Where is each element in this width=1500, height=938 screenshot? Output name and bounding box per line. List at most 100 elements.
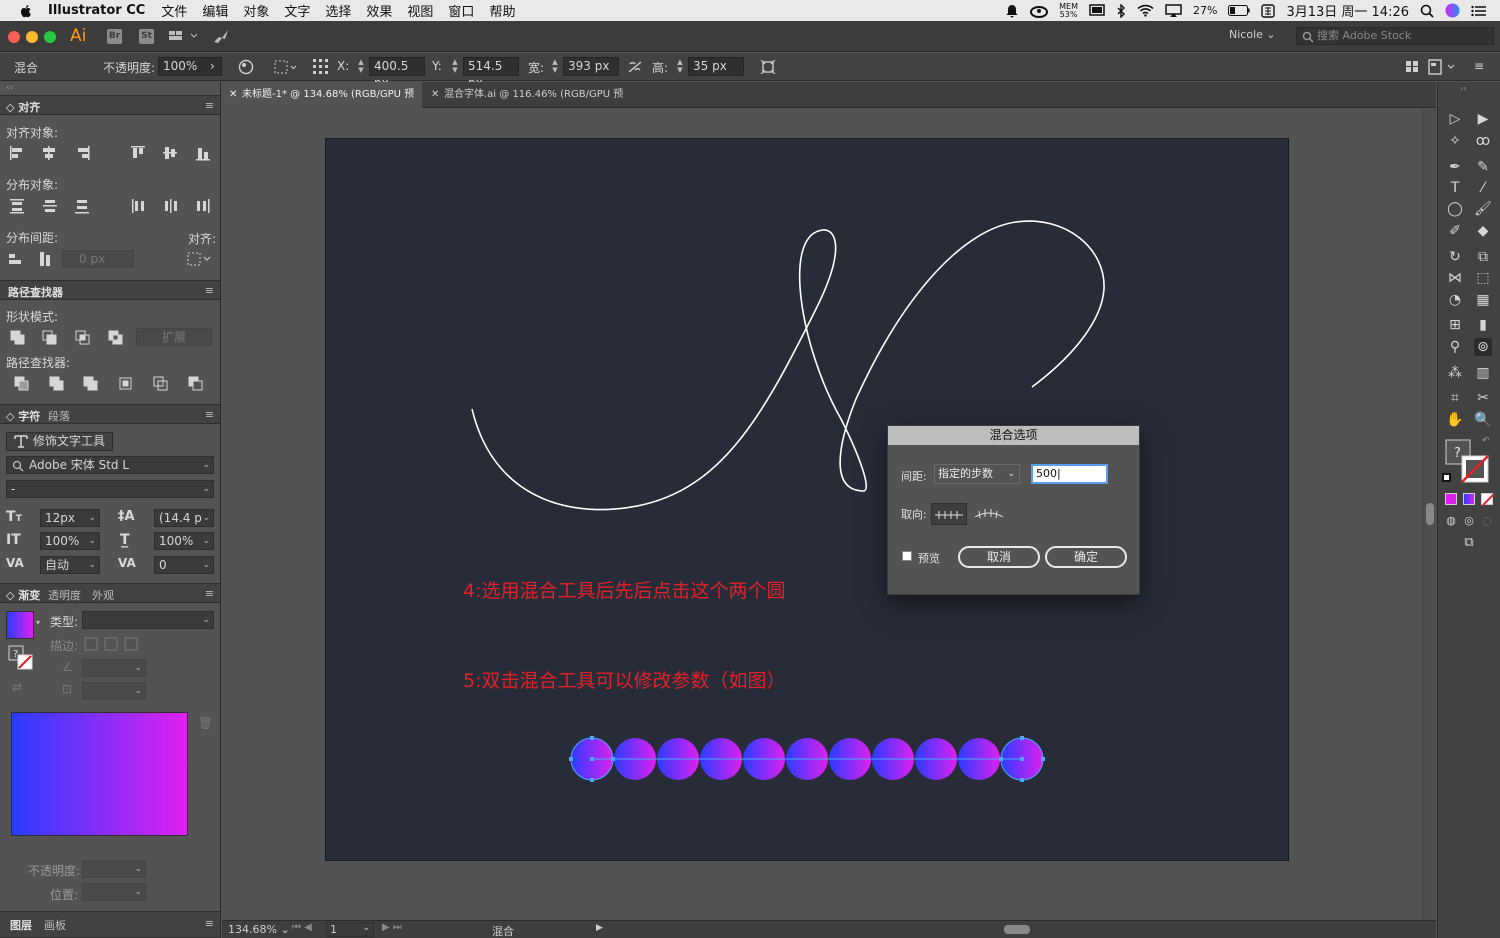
zoom-tool-icon[interactable]: 🔍 bbox=[1474, 411, 1492, 429]
menu-edit[interactable]: 编辑 bbox=[202, 1, 228, 20]
horizontal-scrollbar[interactable] bbox=[614, 924, 1414, 935]
pathfinder-buttons[interactable] bbox=[14, 376, 204, 392]
arrange-documents-icon[interactable] bbox=[1405, 60, 1419, 73]
tab-transparency[interactable]: 透明度 bbox=[48, 587, 81, 603]
pen-tool-icon[interactable]: ✒ bbox=[1446, 158, 1464, 176]
tracking-field[interactable]: 0 ⌄ bbox=[154, 556, 214, 574]
anchor-point-handle[interactable] bbox=[1041, 757, 1045, 761]
bluetooth-icon[interactable] bbox=[1116, 3, 1126, 18]
layers-panel-menu-icon[interactable]: ≡ bbox=[205, 917, 214, 930]
gradient-preview-bar[interactable] bbox=[11, 712, 188, 836]
type-tool-icon[interactable]: T bbox=[1446, 179, 1464, 197]
steps-input[interactable]: 500| bbox=[1031, 464, 1108, 484]
menu-select[interactable]: 选择 bbox=[325, 1, 351, 20]
vertical-scale-field[interactable]: 100% ⌄ bbox=[40, 532, 100, 550]
spacing-mode-select[interactable]: 指定的步数 ⌄ bbox=[934, 464, 1020, 484]
line-tool-icon[interactable]: ⁄ bbox=[1474, 179, 1492, 197]
align-to-selection-icon[interactable] bbox=[187, 252, 213, 266]
vertical-scroll-thumb[interactable] bbox=[1426, 503, 1434, 525]
notification-center-icon[interactable] bbox=[1471, 5, 1486, 17]
height-field[interactable]: 35 px bbox=[688, 57, 744, 76]
opacity-label[interactable]: 不透明度: bbox=[103, 59, 155, 76]
battery-icon[interactable] bbox=[1228, 5, 1250, 16]
delete-stop-icon[interactable]: 🗑 bbox=[198, 716, 213, 730]
default-fill-stroke-icon[interactable] bbox=[1442, 473, 1451, 482]
anchor-point-handle[interactable] bbox=[999, 757, 1003, 761]
gradient-tool-icon[interactable]: ▮ bbox=[1474, 316, 1492, 334]
width-tool-icon[interactable]: ⋈ bbox=[1446, 269, 1464, 287]
opacity-flyout-arrow[interactable]: › bbox=[210, 59, 215, 73]
clock[interactable]: 3月13日 周一 14:26 bbox=[1286, 1, 1409, 20]
color-mode-button[interactable] bbox=[1445, 493, 1457, 505]
window-minimize-button[interactable] bbox=[26, 31, 38, 43]
collapse-dock-icon[interactable]: ‹‹ bbox=[6, 83, 13, 93]
display-icon[interactable] bbox=[1089, 4, 1105, 17]
artboard-number-field[interactable]: 1 ⌄ bbox=[326, 922, 374, 937]
wifi-icon[interactable] bbox=[1137, 4, 1154, 17]
anchor-point-handle[interactable] bbox=[590, 778, 594, 782]
recolor-icon[interactable] bbox=[238, 59, 254, 75]
perspective-grid-tool-icon[interactable]: ▦ bbox=[1474, 291, 1492, 309]
control-bar-menu-icon[interactable]: ≡ bbox=[1474, 59, 1484, 73]
magic-wand-tool-icon[interactable]: ✧ bbox=[1446, 132, 1464, 150]
spotlight-icon[interactable] bbox=[1420, 4, 1434, 18]
align-to-page-orientation-button[interactable] bbox=[931, 503, 967, 525]
lasso-tool-icon[interactable]: ꝏ bbox=[1474, 132, 1492, 150]
touch-type-tool-button[interactable]: 修饰文字工具 bbox=[6, 432, 113, 451]
tab-layers[interactable]: 图层 bbox=[10, 917, 32, 933]
transform-icon[interactable] bbox=[760, 59, 776, 75]
mesh-tool-icon[interactable]: ⊞ bbox=[1446, 316, 1464, 334]
width-field[interactable]: 393 px bbox=[563, 57, 619, 76]
doc-tab-close-icon[interactable]: ✕ bbox=[229, 82, 237, 108]
selection-tool-icon[interactable]: ▷ bbox=[1446, 110, 1464, 128]
menu-object[interactable]: 对象 bbox=[243, 1, 269, 20]
gradient-type-field[interactable]: ⌄ bbox=[82, 611, 214, 629]
tab-paragraph[interactable]: 段落 bbox=[48, 408, 70, 424]
doc-tab-blend-font[interactable]: ✕ 混合字体.ai @ 116.46% (RGB/GPU 预览) bbox=[424, 82, 634, 126]
gradient-opacity-field[interactable]: ⌄ bbox=[82, 860, 146, 878]
anchor-point-handle[interactable] bbox=[590, 757, 594, 761]
anchor-point-handle[interactable] bbox=[1020, 778, 1024, 782]
height-stepper[interactable]: ▲ ▼ bbox=[676, 58, 684, 74]
gradient-angle-field[interactable]: ⌄ bbox=[82, 659, 146, 677]
distribute-spacing-buttons[interactable] bbox=[8, 251, 54, 267]
bell-icon[interactable] bbox=[1005, 4, 1019, 18]
tab-appearance[interactable]: 外观 bbox=[92, 587, 114, 603]
curvature-tool-icon[interactable]: ✎ bbox=[1474, 158, 1492, 176]
kerning-field[interactable]: 自动 ⌄ bbox=[40, 556, 100, 574]
x-stepper[interactable]: ▲ ▼ bbox=[357, 58, 365, 74]
gradient-position-field[interactable]: ⌄ bbox=[82, 883, 146, 901]
bridge-button[interactable]: Br bbox=[107, 29, 122, 44]
font-family-field[interactable]: Adobe 宋体 Std L ⌄ bbox=[6, 456, 214, 474]
window-zoom-button[interactable] bbox=[44, 31, 56, 43]
tools-collapse-icon[interactable]: ›› bbox=[1460, 84, 1466, 93]
doc-tab-untitled[interactable]: ✕ 未标题-1* @ 134.68% (RGB/GPU 预览) bbox=[222, 82, 422, 126]
app-name-menu[interactable]: Illustrator CC bbox=[48, 3, 145, 18]
cancel-button[interactable]: 取消 bbox=[958, 546, 1040, 568]
gradient-swatch-dropdown-icon[interactable]: ▾ bbox=[36, 618, 40, 627]
rotate-tool-icon[interactable]: ↻ bbox=[1446, 248, 1464, 266]
gpu-performance-icon[interactable] bbox=[212, 28, 230, 44]
artboard-navigation-next[interactable]: ▶ ⏭ bbox=[382, 922, 402, 933]
x-field[interactable]: 400.5 px bbox=[369, 57, 425, 90]
pathfinder-panel-menu-icon[interactable]: ≡ bbox=[205, 284, 214, 297]
stock-search-input[interactable]: 搜索 Adobe Stock bbox=[1296, 27, 1494, 45]
font-style-field[interactable]: - ⌄ bbox=[6, 480, 214, 498]
align-panel-menu-icon[interactable]: ≡ bbox=[205, 99, 214, 112]
horizontal-scroll-thumb[interactable] bbox=[1004, 925, 1030, 934]
workspace-layout-icon[interactable] bbox=[168, 29, 200, 43]
shape-mode-buttons[interactable] bbox=[10, 330, 126, 346]
menu-type[interactable]: 文字 bbox=[284, 1, 310, 20]
user-menu[interactable]: Nicole ⌄ bbox=[1229, 28, 1276, 41]
anchor-point-handle[interactable] bbox=[611, 757, 615, 761]
siri-icon[interactable] bbox=[1445, 3, 1460, 18]
slice-tool-icon[interactable]: ✂ bbox=[1474, 389, 1492, 407]
menu-window[interactable]: 窗口 bbox=[448, 1, 474, 20]
draw-normal-icon[interactable]: ◍ bbox=[1442, 512, 1460, 530]
y-field[interactable]: 514.5 px bbox=[463, 57, 519, 90]
apple-icon[interactable] bbox=[18, 3, 34, 19]
creative-cloud-icon[interactable] bbox=[1030, 4, 1049, 18]
status-menu-arrow-icon[interactable]: ▶ bbox=[596, 923, 603, 933]
anchor-point-handle[interactable] bbox=[1020, 736, 1024, 740]
column-graph-tool-icon[interactable]: ▥ bbox=[1474, 364, 1492, 382]
